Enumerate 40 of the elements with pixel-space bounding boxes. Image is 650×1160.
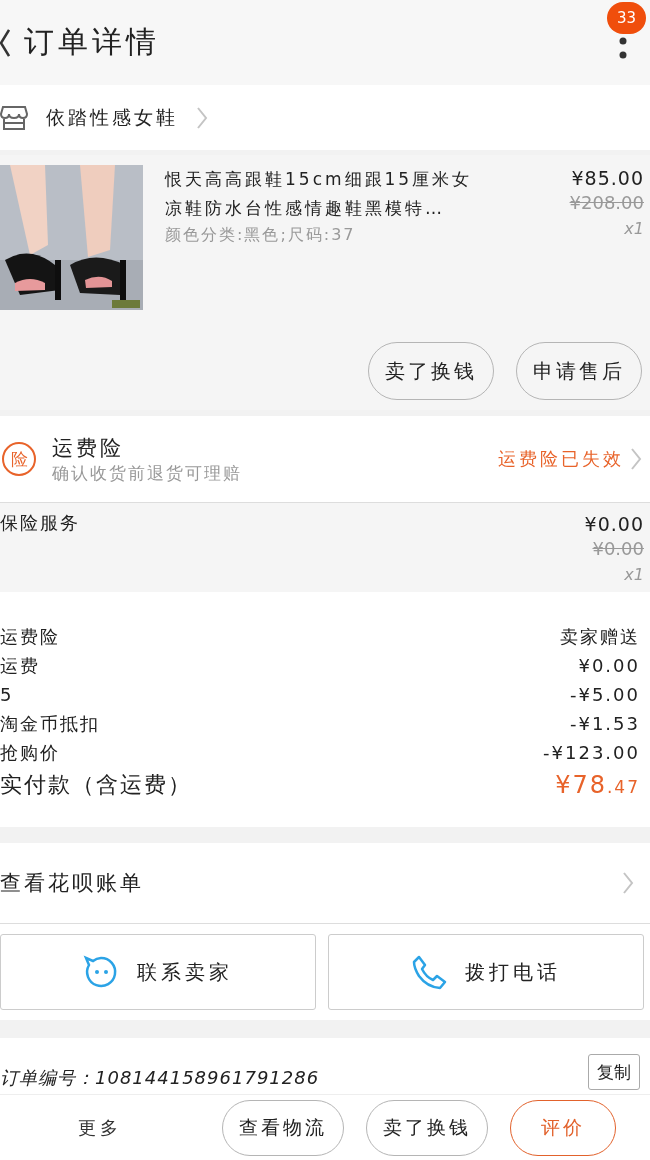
service-name: 保险服务 (0, 511, 80, 535)
copy-button[interactable]: 复制 (588, 1054, 640, 1090)
shop-name[interactable]: 依踏性感女鞋 (46, 104, 178, 131)
notification-badge: 33 (606, 2, 646, 34)
insurance-subtitle: 确认收货前退货可理赔 (52, 461, 243, 485)
summary-value: -¥1.53 (569, 712, 640, 736)
summary-value: -¥123.00 (543, 741, 640, 765)
summary-value: 卖家赠送 (560, 625, 640, 649)
summary-value: -¥5.00 (569, 683, 640, 707)
more-button[interactable]: 更多 (0, 1114, 200, 1141)
contact-button[interactable]: 联系卖家 (0, 934, 316, 1010)
insurance-icon: 险 (2, 442, 36, 476)
summary-label: 抢购价 (0, 741, 60, 765)
chevron-icon (622, 872, 634, 894)
summary-label: 运费险 (0, 625, 60, 649)
summary-label: 运费 (0, 654, 40, 678)
bill-link[interactable]: 查看花呗账单 (0, 869, 144, 897)
summary-label: 淘金币抵扣 (0, 712, 100, 736)
insurance-title: 运费险 (52, 434, 125, 462)
order-number: 订单编号：108144158961791286 (0, 1066, 320, 1090)
price: ¥85.00 (570, 166, 644, 191)
price: ¥0.00 (583, 512, 644, 537)
chat-face-icon (83, 954, 119, 990)
summary-label: 5 (0, 683, 14, 707)
back-icon[interactable] (0, 27, 10, 58)
original-price: ¥208.00 (568, 191, 644, 215)
phone-icon (411, 954, 447, 990)
product-title[interactable]: 恨天高高跟鞋15cm细跟15厘米女凉鞋防水台性感情趣鞋黑模特… (165, 165, 481, 223)
total-amount: ¥78.47 (555, 770, 640, 801)
summary-label: 实付款（含运费） (0, 771, 192, 799)
chevron-icon (196, 106, 208, 129)
product-spec: 颜色分类:黑色;尺码:37 (165, 224, 357, 246)
quantity: x1 (623, 218, 644, 240)
original-price: ¥0.00 (591, 537, 644, 561)
contact-button[interactable]: 拨打电话 (328, 934, 644, 1010)
page-title: 订单详情 (24, 23, 161, 61)
quantity: x1 (623, 564, 644, 586)
chevron-icon (630, 448, 642, 470)
store-icon (0, 104, 28, 131)
summary-value: ¥0.00 (578, 654, 640, 678)
